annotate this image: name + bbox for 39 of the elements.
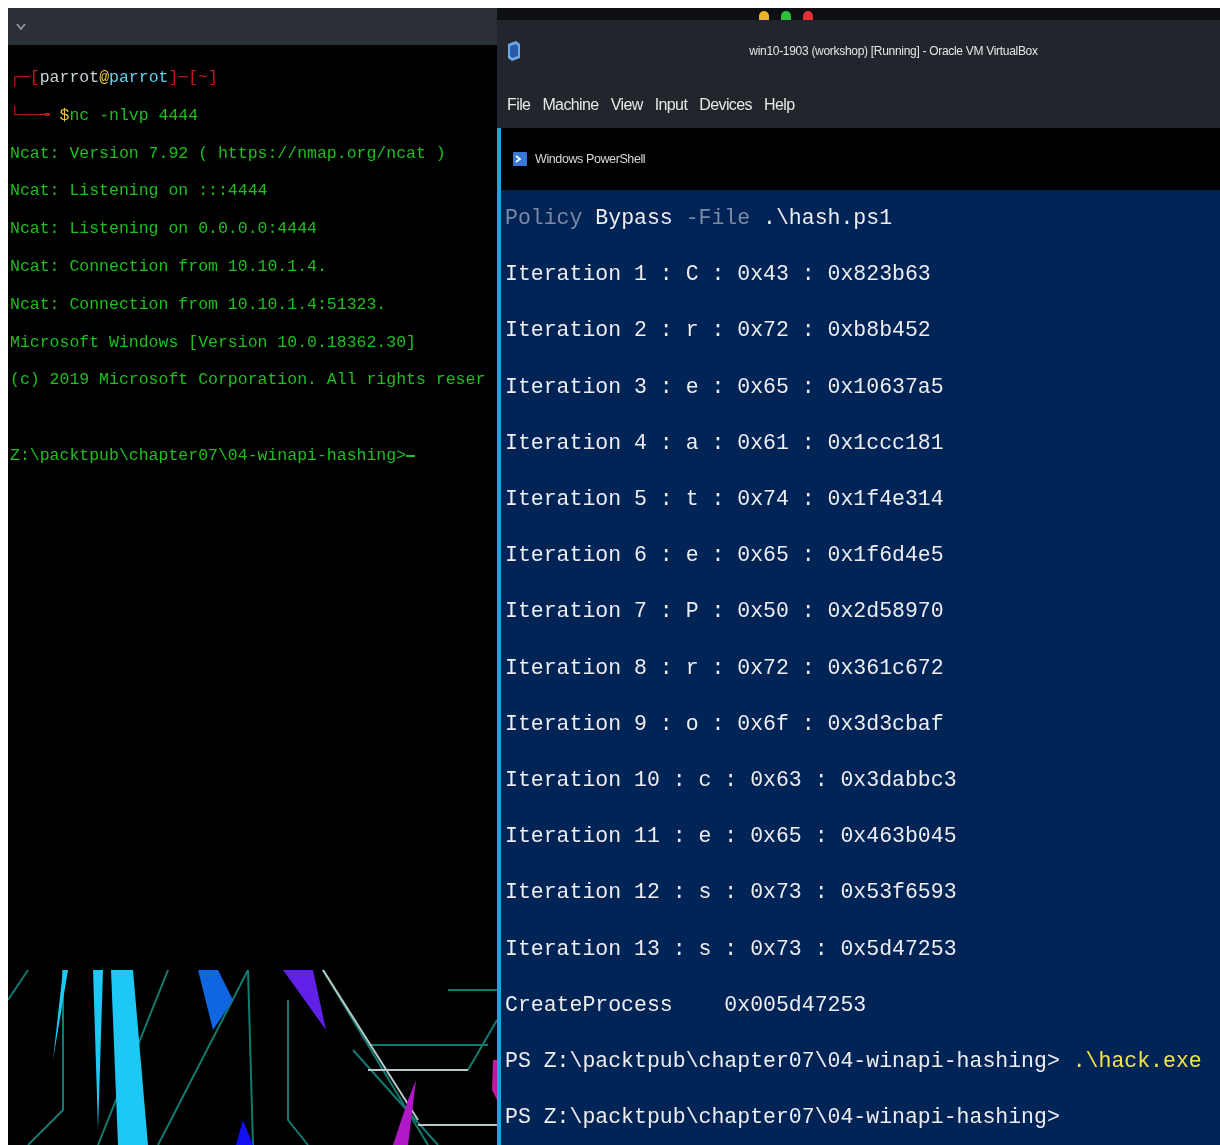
console-line: PS Z:\packtpub\chapter07\04-winapi-hashing>	[505, 1104, 1060, 1132]
window-title: win10-1903 (workshop) [Running] - Oracle VM VirtualBox	[748, 44, 1038, 58]
console-title: Windows PowerShell	[535, 152, 646, 166]
console-line: CreateProcess 0x005d47253	[505, 991, 867, 1019]
command-prompt: Z:\packtpub\chapter07\04-winapi-hashing>	[10, 444, 407, 467]
console-line: Iteration 5 : t : 0x74 : 0x1f4e314	[505, 486, 944, 513]
prompt-line: └──╼ $nc -nlvp 4444	[10, 104, 199, 127]
menu-item[interactable]: Help	[762, 94, 797, 116]
cube-icon	[507, 40, 521, 62]
console-line: Iteration 3 : e : 0x65 : 0x10637a5	[505, 373, 944, 401]
chevron-icon[interactable]	[16, 22, 26, 31]
console-line: Iteration 9 : o : 0x6f : 0x3d3cbaf	[505, 710, 944, 738]
text-cursor	[406, 454, 416, 457]
console-line: Iteration 11 : e : 0x65 : 0x463b045	[505, 823, 957, 851]
menu-item[interactable]: View	[608, 94, 645, 116]
console-line: Policy Bypass -File .\hash.ps1	[505, 205, 893, 232]
console-line: Iteration 12 : s : 0x73 : 0x53f6593	[505, 879, 957, 907]
menu-item[interactable]: Devices	[697, 94, 754, 116]
output-line: (c) 2019 Microsoft Corporation. All rights reser	[10, 369, 486, 392]
console-line: Iteration 1 : C : 0x43 : 0x823b63	[505, 261, 931, 289]
output-line: Microsoft Windows [Version 10.0.18362.30]	[10, 331, 416, 354]
output-line: Ncat: Listening on 0.0.0.0:4444	[10, 218, 317, 241]
console-line: PS Z:\packtpub\chapter07\04-winapi-hashing> .\hack.exe	[505, 1048, 1202, 1076]
menu-item[interactable]: File	[505, 94, 533, 116]
console-line: Iteration 8 : r : 0x72 : 0x361c672	[505, 654, 944, 682]
console-line: Iteration 2 : r : 0x72 : 0xb8b452	[505, 317, 931, 345]
console-line: Iteration 10 : c : 0x63 : 0x3dabbc3	[505, 767, 957, 795]
prompt-line: ┌─[parrot@parrot]─[~]	[10, 67, 218, 89]
console-line: Iteration 7 : P : 0x50 : 0x2d58970	[505, 598, 944, 626]
output-line: Ncat: Listening on :::4444	[10, 180, 268, 203]
output-line: Ncat: Connection from 10.10.1.4:51323.	[10, 293, 387, 316]
console-line: Iteration 6 : e : 0x65 : 0x1f6d4e5	[505, 542, 944, 570]
console-line: Iteration 13 : s : 0x73 : 0x5d47253	[505, 935, 957, 963]
console-line: Iteration 4 : a : 0x61 : 0x1ccc181	[505, 429, 944, 457]
powershell-icon	[513, 152, 527, 166]
output-line: Ncat: Connection from 10.10.1.4.	[10, 256, 327, 278]
output-line: Ncat: Version 7.92 ( https://nmap.org/ncat )	[10, 142, 446, 165]
menu-item[interactable]: Input	[652, 94, 690, 116]
menu-item[interactable]: Machine	[540, 94, 601, 116]
